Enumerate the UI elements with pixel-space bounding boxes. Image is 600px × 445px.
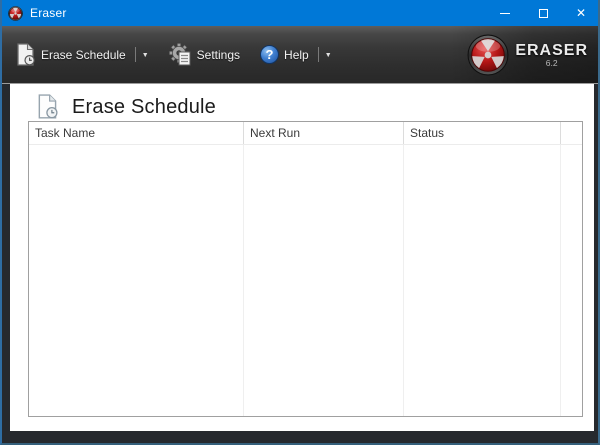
window-controls: ✕ xyxy=(486,0,598,26)
app-icon xyxy=(8,5,23,21)
main-toolbar: Erase Schedule ▼ Settings ? Help ▼ ERASE… xyxy=(2,26,598,84)
column-header-next-run[interactable]: Next Run xyxy=(244,122,404,144)
column-header-task-name[interactable]: Task Name xyxy=(29,122,244,144)
column-header-status[interactable]: Status xyxy=(404,122,561,144)
help-button[interactable]: ? Help xyxy=(260,45,309,64)
heading-row: Erase Schedule xyxy=(10,84,594,121)
content-panel: Erase Schedule Task Name Next Run Status xyxy=(10,84,594,431)
column-divider xyxy=(403,145,404,416)
column-divider xyxy=(560,145,561,416)
question-mark-icon: ? xyxy=(260,45,280,64)
window-title: Eraser xyxy=(30,6,67,20)
document-clock-icon xyxy=(17,42,35,66)
eraser-app-window: Eraser ✕ Erase Schedule ▼ Settings ? Hel… xyxy=(0,0,600,445)
table-header-row: Task Name Next Run Status xyxy=(29,122,582,145)
logo-version: 6.2 xyxy=(545,57,558,68)
settings-label: Settings xyxy=(196,47,241,62)
column-divider xyxy=(243,145,244,416)
help-dropdown-arrow[interactable]: ▼ xyxy=(325,51,332,59)
close-button[interactable]: ✕ xyxy=(562,0,598,26)
settings-button[interactable]: Settings xyxy=(168,43,241,66)
gear-icon xyxy=(168,43,191,66)
erase-schedule-dropdown-arrow[interactable]: ▼ xyxy=(142,51,149,59)
erase-schedule-label: Erase Schedule xyxy=(41,47,126,62)
help-label: Help xyxy=(284,47,309,62)
minimize-icon xyxy=(500,12,510,14)
toolbar-separator xyxy=(317,47,319,62)
schedule-table[interactable]: Task Name Next Run Status xyxy=(28,121,583,417)
erase-schedule-button[interactable]: Erase Schedule xyxy=(16,42,126,67)
toolbar-separator xyxy=(134,47,136,62)
erase-schedule-page-icon xyxy=(38,94,58,119)
close-icon: ✕ xyxy=(575,6,587,20)
eraser-logo: ERASER 6.2 xyxy=(467,34,588,76)
column-header-filler xyxy=(561,122,582,144)
maximize-button[interactable] xyxy=(524,0,562,26)
maximize-icon xyxy=(538,8,548,18)
radiation-emblem-icon xyxy=(467,34,509,75)
minimize-button[interactable] xyxy=(486,0,524,26)
page-title: Erase Schedule xyxy=(72,95,217,118)
title-bar: Eraser ✕ xyxy=(2,0,598,26)
table-body-empty[interactable] xyxy=(29,145,582,416)
